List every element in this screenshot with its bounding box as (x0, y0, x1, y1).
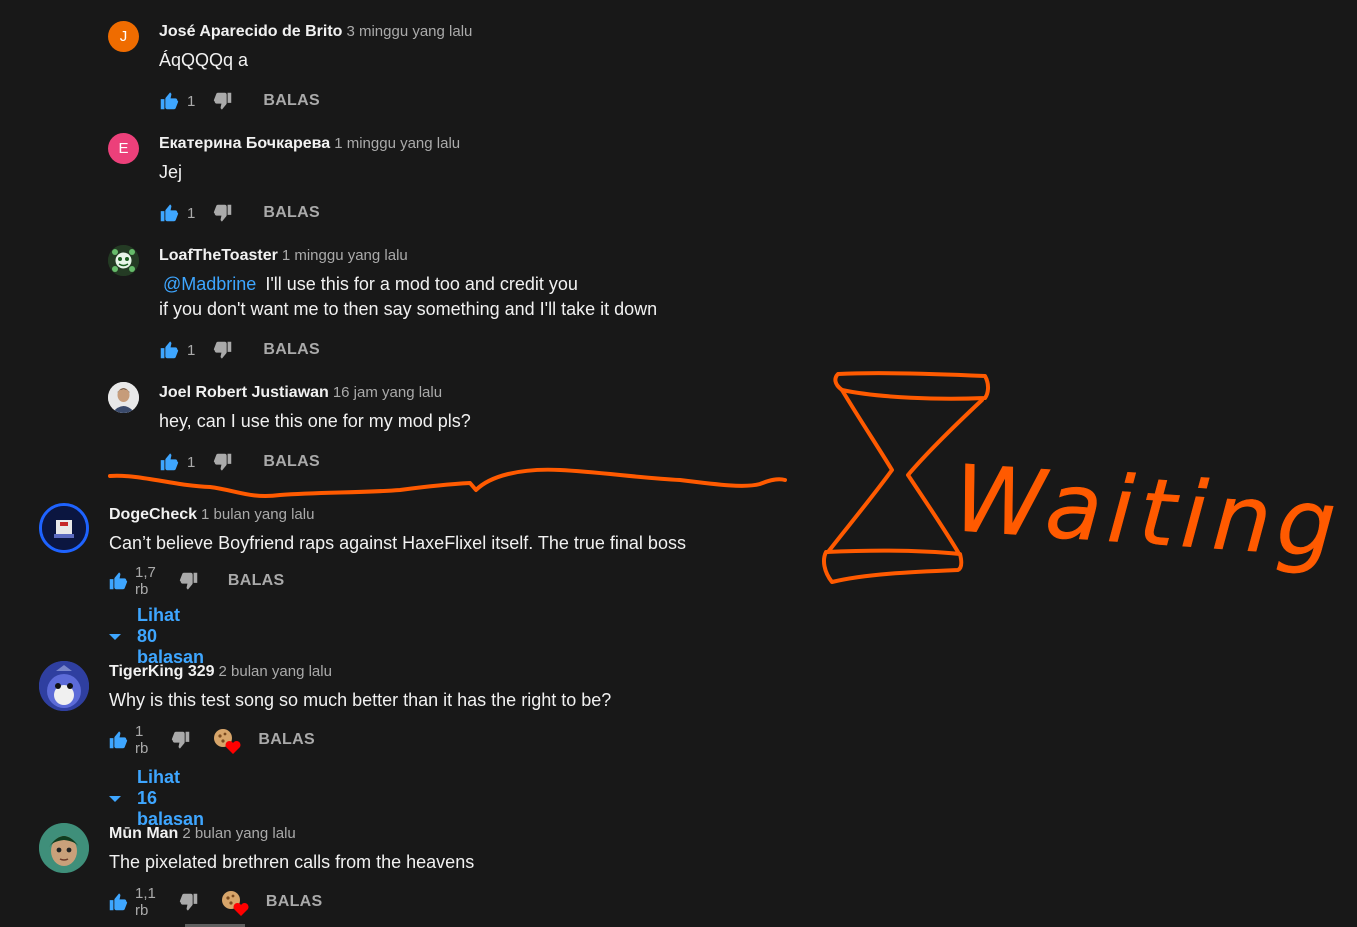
underline-stroke (108, 467, 787, 498)
waiting-annotation: Waiting (950, 445, 1345, 579)
annotation-overlay: Waiting (108, 371, 1345, 584)
